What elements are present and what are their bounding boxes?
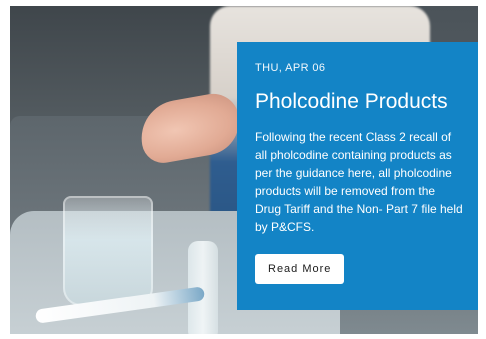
news-card: THU, APR 06 Pholcodine Products Followin… <box>10 6 478 334</box>
post-description: Following the recent Class 2 recall of a… <box>255 130 463 235</box>
post-date: THU, APR 06 <box>255 62 326 74</box>
post-title: Pholcodine Products <box>255 90 448 113</box>
water-glass-shape <box>63 196 153 306</box>
read-more-button[interactable]: Read More <box>255 254 345 285</box>
news-info-panel: THU, APR 06 Pholcodine Products Followin… <box>237 42 478 310</box>
